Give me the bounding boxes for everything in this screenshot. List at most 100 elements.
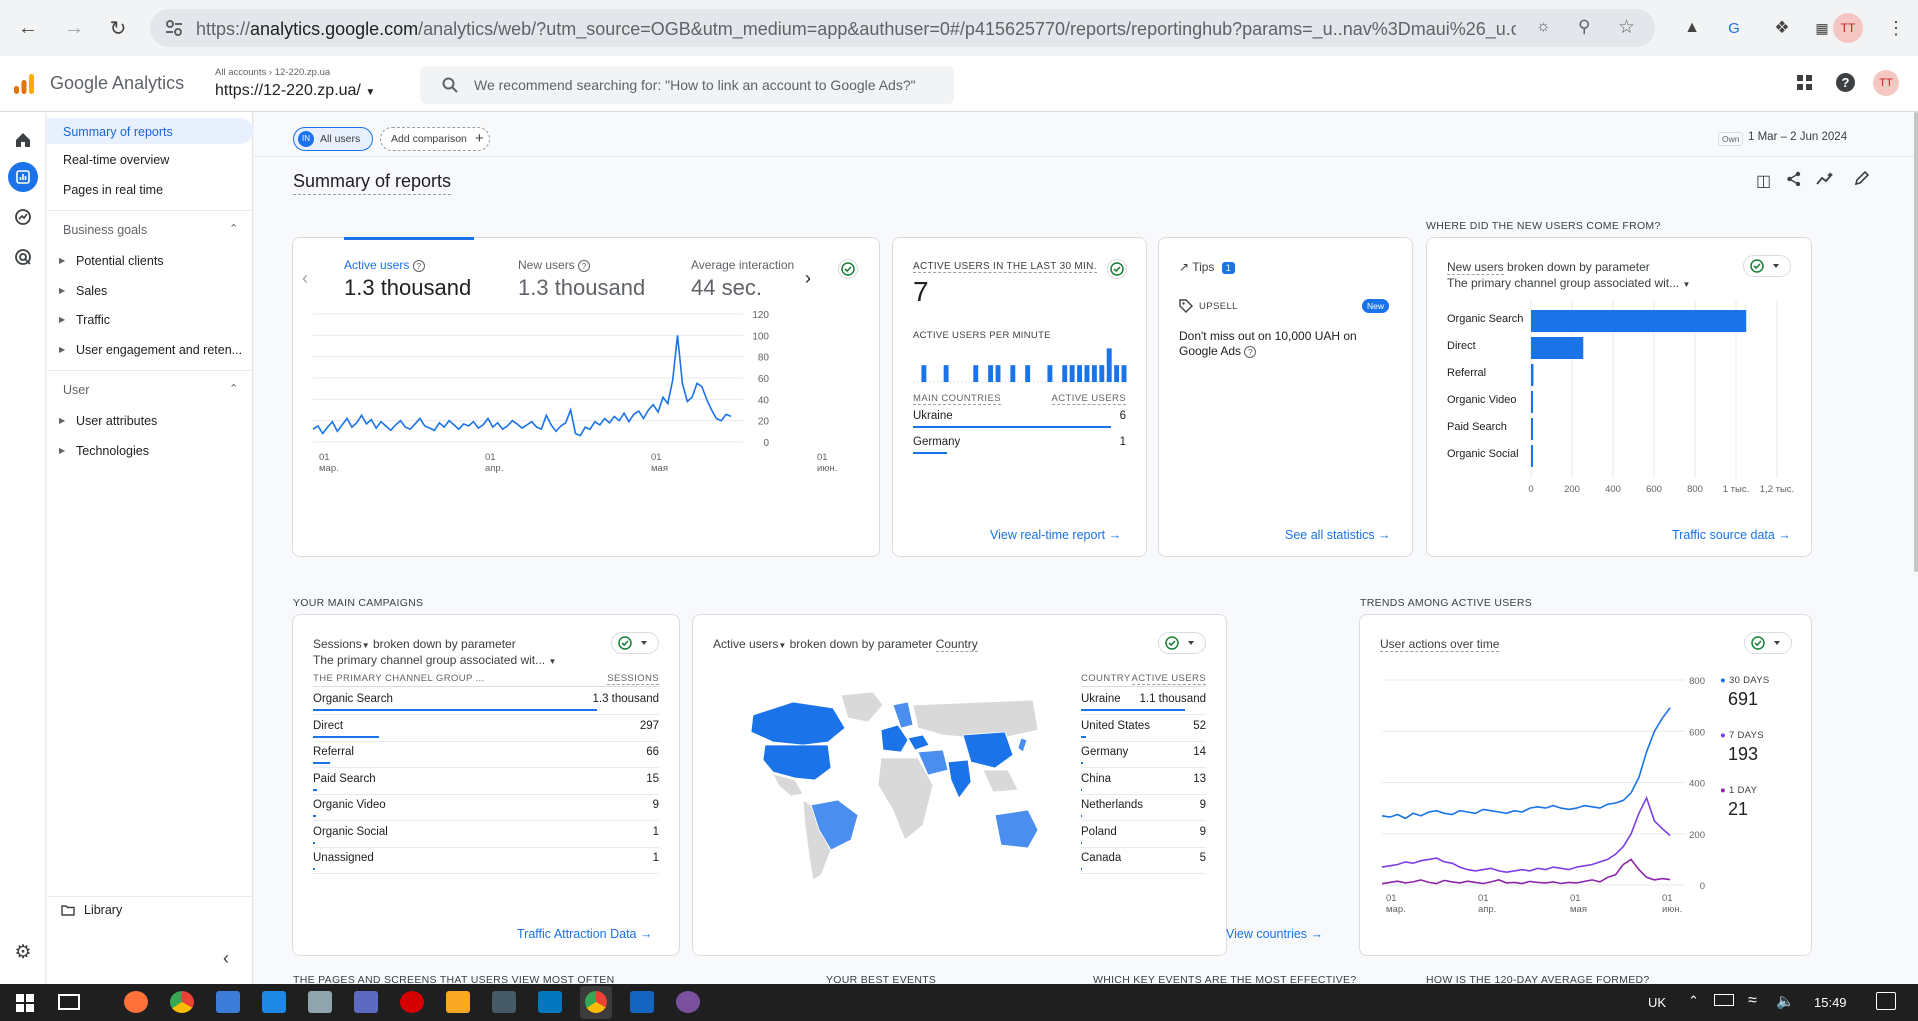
app-icon-5[interactable] bbox=[446, 991, 470, 1013]
table-row[interactable]: Unassigned 1 bbox=[313, 848, 659, 874]
chrome-active-icon[interactable] bbox=[580, 986, 612, 1019]
translate-icon[interactable]: ☼ bbox=[1536, 18, 1551, 36]
extensions-puzzle-icon[interactable]: ❖ bbox=[1766, 12, 1798, 44]
apps-grid-icon[interactable] bbox=[1796, 74, 1814, 92]
forward-icon[interactable]: → bbox=[58, 12, 90, 44]
expand-caret-icon[interactable]: ▶ bbox=[59, 286, 65, 295]
admin-gear-icon[interactable]: ⚙ bbox=[11, 940, 35, 964]
table-row[interactable]: Organic Social 1 bbox=[313, 822, 659, 848]
extension-pin-icon[interactable]: ▲ bbox=[1676, 12, 1708, 44]
nav-library[interactable]: Library bbox=[84, 903, 122, 917]
check-status-dropdown[interactable] bbox=[1158, 632, 1206, 654]
nav-technologies[interactable]: Technologies bbox=[76, 444, 149, 458]
table-row[interactable]: Paid Search 15 bbox=[313, 769, 659, 795]
table-row[interactable]: Canada 5 bbox=[1081, 848, 1206, 874]
search-bar[interactable]: We recommend searching for: "How to link… bbox=[420, 66, 954, 104]
insights-icon[interactable] bbox=[1816, 171, 1834, 187]
view-countries-link[interactable]: View countries → bbox=[1226, 927, 1323, 941]
expand-caret-icon[interactable]: ▶ bbox=[59, 345, 65, 354]
expand-caret-icon[interactable]: ▶ bbox=[59, 446, 65, 455]
app-icon-6[interactable] bbox=[492, 991, 516, 1013]
reload-icon[interactable]: ↻ bbox=[102, 12, 134, 44]
zoom-icon[interactable]: ⚲ bbox=[1578, 17, 1590, 37]
language-indicator[interactable]: UK bbox=[1648, 995, 1666, 1010]
chrome-profile-avatar[interactable]: ТТ bbox=[1833, 13, 1863, 43]
table-row[interactable]: Direct 297 bbox=[313, 716, 659, 742]
table-row[interactable]: Netherlands 9 bbox=[1081, 795, 1206, 821]
account-avatar[interactable]: ТТ bbox=[1873, 70, 1899, 96]
account-breadcrumb[interactable]: All accounts › 12-220.zp.ua bbox=[215, 67, 330, 78]
help-circle-icon[interactable]: ? bbox=[1244, 346, 1257, 358]
back-icon[interactable]: ← bbox=[12, 12, 44, 44]
date-range-picker[interactable]: 1 Mar – 2 Jun 2024 bbox=[1748, 131, 1847, 143]
nav-user-engagement[interactable]: User engagement and reten... bbox=[76, 343, 242, 357]
bookmark-star-icon[interactable]: ☆ bbox=[1618, 16, 1635, 39]
nav-realtime-overview[interactable]: Real-time overview bbox=[63, 153, 169, 167]
app-icon-1[interactable] bbox=[216, 991, 240, 1013]
table-row[interactable]: Germany 14 bbox=[1081, 742, 1206, 768]
chrome-menu-icon[interactable]: ⋮ bbox=[1880, 12, 1912, 44]
url-text[interactable]: https://analytics.google.com/analytics/w… bbox=[196, 19, 1516, 40]
table-row[interactable]: Germany 1 bbox=[913, 432, 1126, 458]
nav-potential-clients[interactable]: Potential clients bbox=[76, 254, 164, 268]
table-row[interactable]: Organic Search 1.3 thousand bbox=[313, 689, 659, 715]
wifi-icon[interactable]: ≈ bbox=[1748, 992, 1757, 1010]
nav-summary-of-reports[interactable]: Summary of reports bbox=[47, 118, 253, 144]
table-row[interactable]: Organic Video 9 bbox=[313, 795, 659, 821]
nav-user-attributes[interactable]: User attributes bbox=[76, 414, 157, 428]
check-status-dropdown[interactable] bbox=[611, 632, 659, 654]
opera-icon[interactable] bbox=[400, 991, 424, 1013]
reports-icon[interactable] bbox=[8, 162, 38, 192]
see-all-statistics-link[interactable]: See all statistics → bbox=[1285, 528, 1391, 542]
view-realtime-report-link[interactable]: View real-time report → bbox=[990, 528, 1121, 542]
chrome-icon[interactable] bbox=[170, 991, 194, 1013]
analytics-logo-icon[interactable] bbox=[12, 72, 36, 96]
advertising-icon[interactable] bbox=[11, 245, 35, 269]
nav-group-user[interactable]: User bbox=[63, 383, 89, 397]
app-logo-text[interactable]: Google Analytics bbox=[50, 73, 184, 94]
site-settings-icon[interactable] bbox=[164, 18, 186, 38]
page-scrollbar[interactable] bbox=[1914, 112, 1918, 572]
add-comparison-button[interactable]: Add comparison + bbox=[380, 127, 490, 151]
table-row[interactable]: Poland 9 bbox=[1081, 822, 1206, 848]
explore-icon[interactable] bbox=[11, 205, 35, 229]
firefox-icon[interactable] bbox=[124, 991, 148, 1013]
volume-muted-icon[interactable]: 🔈 bbox=[1776, 992, 1795, 1010]
viber-icon[interactable] bbox=[676, 991, 700, 1013]
share-icon[interactable] bbox=[1786, 171, 1802, 187]
expand-caret-icon[interactable]: ▶ bbox=[59, 315, 65, 324]
nav-traffic[interactable]: Traffic bbox=[76, 313, 110, 327]
help-icon[interactable]: ? bbox=[1836, 73, 1855, 92]
app-icon-3[interactable] bbox=[308, 991, 332, 1013]
chevron-up-icon[interactable]: ⌃ bbox=[229, 222, 238, 235]
expand-caret-icon[interactable]: ▶ bbox=[59, 416, 65, 425]
table-row[interactable]: Referral 66 bbox=[313, 742, 659, 768]
edit-pencil-icon[interactable] bbox=[1854, 170, 1870, 186]
word-icon[interactable] bbox=[630, 991, 654, 1013]
campaigns-dimension-selector[interactable]: The primary channel group associated wit… bbox=[313, 653, 556, 667]
battery-icon[interactable] bbox=[1714, 994, 1734, 1006]
nav-group-business-goals[interactable]: Business goals bbox=[63, 223, 147, 237]
collapse-nav-icon[interactable]: ‹ bbox=[223, 948, 229, 969]
table-row[interactable]: Ukraine 1.1 thousand bbox=[1081, 689, 1206, 715]
traffic-attraction-link[interactable]: Traffic Attraction Data → bbox=[517, 927, 652, 941]
traffic-source-data-link[interactable]: Traffic source data → bbox=[1672, 528, 1791, 542]
app-icon-2[interactable] bbox=[262, 991, 286, 1013]
tray-chevron-icon[interactable]: ⌃ bbox=[1688, 993, 1699, 1009]
address-bar[interactable]: https://analytics.google.com/analytics/w… bbox=[150, 9, 1655, 47]
task-view-icon[interactable] bbox=[58, 994, 80, 1010]
campaigns-card-title[interactable]: Sessions▼ broken down by parameter bbox=[313, 637, 516, 651]
expand-caret-icon[interactable]: ▶ bbox=[59, 256, 65, 265]
nav-pages-realtime[interactable]: Pages in real time bbox=[63, 183, 163, 197]
all-users-chip[interactable]: IN All users bbox=[293, 127, 373, 151]
clock[interactable]: 15:49 bbox=[1814, 995, 1847, 1010]
google-translate-ext-icon[interactable]: G bbox=[1718, 12, 1750, 44]
table-row[interactable]: China 13 bbox=[1081, 769, 1206, 795]
notifications-icon[interactable] bbox=[1876, 992, 1896, 1010]
app-icon-7[interactable] bbox=[538, 991, 562, 1013]
table-row[interactable]: United States 52 bbox=[1081, 716, 1206, 742]
compare-columns-icon[interactable]: ◫ bbox=[1756, 171, 1771, 191]
countries-card-title[interactable]: Active users▼ broken down by parameter C… bbox=[713, 637, 978, 652]
home-icon[interactable] bbox=[11, 128, 35, 152]
app-icon-4[interactable] bbox=[354, 991, 378, 1013]
